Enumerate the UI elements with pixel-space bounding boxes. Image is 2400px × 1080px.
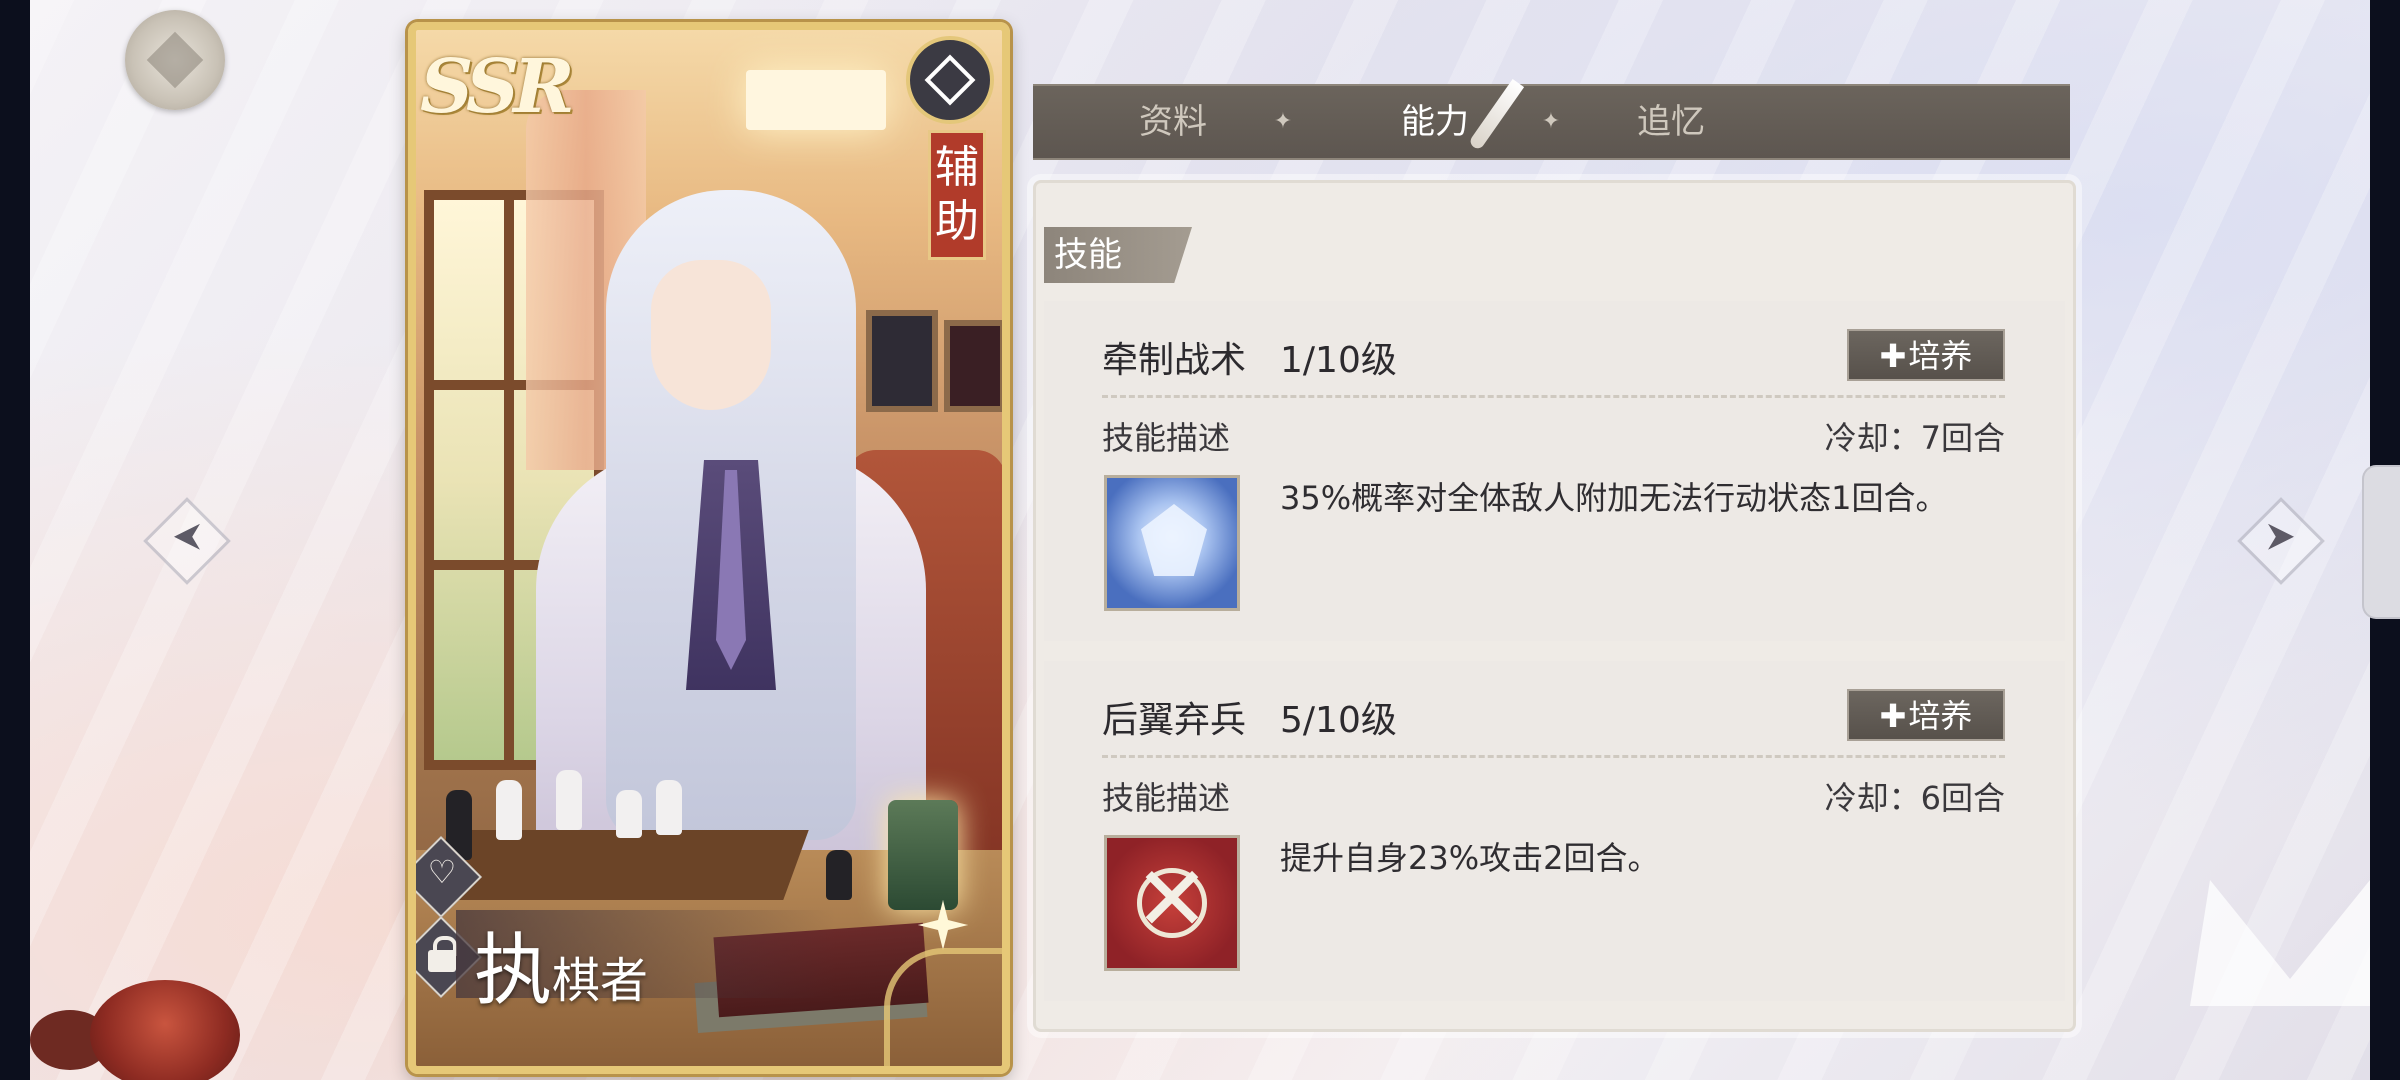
type-emblem-icon xyxy=(906,36,994,124)
plus-icon: ✚ xyxy=(1879,697,1907,735)
plus-icon: ✚ xyxy=(1879,337,1907,375)
chess-piece xyxy=(656,780,682,835)
skill-name: 后翼弃兵 xyxy=(1102,700,1247,741)
card-art-character-face xyxy=(651,260,771,410)
tab-bar: 资料 ✦ 能力 ✦ 追忆 xyxy=(1033,79,2070,160)
skill-item: 后翼弃兵 5/10级 ✚培养 技能描述 冷却：6回合 提升自身23%攻击2回合。 xyxy=(1044,661,2065,1001)
train-button-label: 培养 xyxy=(1908,697,1973,735)
skill-name: 牵制战术 xyxy=(1102,340,1247,381)
heart-icon[interactable]: ♡ xyxy=(422,852,462,892)
prev-card-arrow-icon[interactable] xyxy=(143,497,231,585)
card-corner-filigree xyxy=(884,948,1002,1066)
card-name-big: 执 xyxy=(474,926,553,1016)
back-compass-icon[interactable] xyxy=(125,10,225,110)
card-name: 执棋者 xyxy=(474,908,648,1020)
train-skill-button[interactable]: ✚培养 xyxy=(1847,689,2005,741)
tab-separator-icon: ✦ xyxy=(1273,109,1293,134)
skill-level: 5/10级 xyxy=(1280,700,1397,741)
card-art-lamp xyxy=(746,70,886,130)
skill-desc-label: 技能描述 xyxy=(1102,779,1231,817)
tab-profile[interactable]: 资料 xyxy=(1139,86,1207,158)
card-art-chessboard xyxy=(423,830,809,900)
skill-description: 35%概率对全体敌人附加无法行动状态1回合。 xyxy=(1280,479,1948,517)
chess-piece xyxy=(616,790,642,838)
chess-piece xyxy=(496,780,522,840)
tab-separator-icon: ✦ xyxy=(1541,109,1561,134)
rose-decoration xyxy=(90,980,240,1080)
character-card[interactable]: SSR 辅助 ♡ 执棋者 xyxy=(408,22,1010,1074)
chess-piece xyxy=(826,850,852,900)
card-art-painting xyxy=(866,310,938,412)
skill-desc-label: 技能描述 xyxy=(1102,419,1231,457)
crossed-swords-icon[interactable] xyxy=(1104,835,1240,971)
divider xyxy=(1102,395,2005,398)
ice-crystal-icon[interactable] xyxy=(1104,475,1240,611)
side-drawer-handle[interactable] xyxy=(2362,465,2400,619)
card-art-candle xyxy=(888,800,958,910)
section-title: 技能 xyxy=(1044,227,1192,283)
tab-ability[interactable]: 能力 xyxy=(1401,86,1469,158)
train-button-label: 培养 xyxy=(1908,337,1973,375)
card-name-small: 棋者 xyxy=(552,953,649,1009)
next-card-arrow-icon[interactable] xyxy=(2237,497,2325,585)
tab-memory[interactable]: 追忆 xyxy=(1637,86,1705,158)
role-tag: 辅助 xyxy=(928,130,986,260)
quill-pen-icon xyxy=(1467,79,1525,151)
divider xyxy=(1102,755,2005,758)
chess-piece xyxy=(556,770,582,830)
game-screen: SSR 辅助 ♡ 执棋者 资料 ✦ 能力 ✦ 追忆 技能 牵制战术 1/10级 … xyxy=(30,0,2370,1080)
skill-cooldown: 冷却：6回合 xyxy=(1824,779,2005,817)
card-art-painting xyxy=(944,320,1002,412)
butterfly-decoration xyxy=(2190,880,2370,1006)
skill-cooldown: 冷却：7回合 xyxy=(1824,419,2005,457)
rarity-label: SSR xyxy=(420,44,575,130)
skills-panel: 技能 牵制战术 1/10级 ✚培养 技能描述 冷却：7回合 35%概率对全体敌人… xyxy=(1033,180,2076,1032)
train-skill-button[interactable]: ✚培养 xyxy=(1847,329,2005,381)
skill-level: 1/10级 xyxy=(1280,340,1397,381)
skill-description: 提升自身23%攻击2回合。 xyxy=(1280,839,1660,877)
skill-item: 牵制战术 1/10级 ✚培养 技能描述 冷却：7回合 35%概率对全体敌人附加无… xyxy=(1044,301,2065,641)
lock-icon[interactable] xyxy=(426,934,458,974)
